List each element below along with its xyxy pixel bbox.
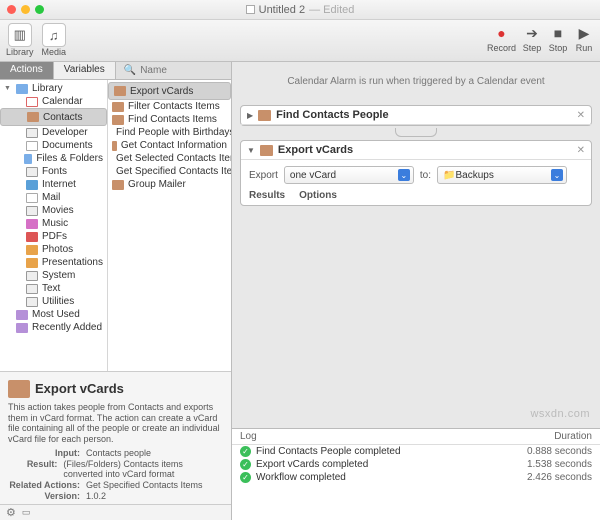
lib-recently-added[interactable]: Recently Added <box>0 321 107 334</box>
watermark: wsxdn.com <box>530 408 590 420</box>
disclosure-icon[interactable]: ▼ <box>247 146 255 155</box>
record-button[interactable]: ●Record <box>487 23 516 53</box>
log-row: ✓Export vCards completed1.538 seconds <box>232 458 600 471</box>
results-tab[interactable]: Results <box>249 190 285 201</box>
dropdown-icon: ⌄ <box>398 169 410 181</box>
export-label: Export <box>249 170 278 181</box>
success-icon: ✓ <box>240 472 251 483</box>
view-toggle-icon[interactable]: ▭ <box>22 507 31 518</box>
action-find-birthdays[interactable]: Find People with Birthdays <box>108 126 231 139</box>
to-label: to: <box>420 170 431 181</box>
traffic-lights <box>7 5 44 14</box>
actions-list: Export vCards Filter Contacts Items Find… <box>108 80 231 371</box>
tab-variables[interactable]: Variables <box>54 62 116 79</box>
lib-developer[interactable]: Developer <box>0 126 107 139</box>
media-toggle[interactable]: ♫Media <box>42 23 67 57</box>
wf-find-contacts-card[interactable]: ▶ Find Contacts People ✕ <box>240 105 592 126</box>
lib-fonts[interactable]: Fonts <box>0 165 107 178</box>
lib-documents[interactable]: Documents <box>0 139 107 152</box>
library-toggle[interactable]: ▥Library <box>6 23 34 57</box>
action-find-contacts[interactable]: Find Contacts Items <box>108 113 231 126</box>
library-tree: ▼Library Calendar Contacts Developer Doc… <box>0 80 108 371</box>
lib-photos[interactable]: Photos <box>0 243 107 256</box>
step-button[interactable]: ➔Step <box>522 23 542 53</box>
lib-utilities[interactable]: Utilities <box>0 295 107 308</box>
close-icon[interactable]: ✕ <box>577 110 585 121</box>
lib-movies[interactable]: Movies <box>0 204 107 217</box>
run-button[interactable]: ▶Run <box>574 23 594 53</box>
lib-system[interactable]: System <box>0 269 107 282</box>
search-input[interactable] <box>140 65 231 76</box>
action-get-contact-info[interactable]: Get Contact Information <box>108 139 231 152</box>
toolbar: ▥Library ♫Media ●Record ➔Step ■Stop ▶Run <box>0 20 600 62</box>
log-row: ✓Find Contacts People completed0.888 sec… <box>232 445 600 458</box>
lib-mail[interactable]: Mail <box>0 191 107 204</box>
zoom-window[interactable] <box>35 5 44 14</box>
action-group-mailer[interactable]: Group Mailer <box>108 178 231 191</box>
close-icon[interactable]: ✕ <box>577 145 585 156</box>
action-detail: Export vCards This action takes people f… <box>0 371 231 504</box>
status-bar: ⚙ ▭ <box>0 504 231 520</box>
titlebar: Untitled 2 — Edited <box>0 0 600 20</box>
gear-icon[interactable]: ⚙ <box>6 506 16 519</box>
tab-actions[interactable]: Actions <box>0 62 54 79</box>
lib-internet[interactable]: Internet <box>0 178 107 191</box>
minimize-window[interactable] <box>21 5 30 14</box>
window-title: Untitled 2 — Edited <box>246 4 355 16</box>
action-filter-contacts[interactable]: Filter Contacts Items <box>108 100 231 113</box>
wf-export-vcards-card[interactable]: ▼ Export vCards ✕ Export one vCard⌄ to: … <box>240 140 592 206</box>
log-panel: LogDuration ✓Find Contacts People comple… <box>232 428 600 520</box>
lib-text[interactable]: Text <box>0 282 107 295</box>
success-icon: ✓ <box>240 446 251 457</box>
success-icon: ✓ <box>240 459 251 470</box>
contacts-icon <box>8 380 30 398</box>
contacts-icon <box>260 145 273 156</box>
library-root[interactable]: ▼Library <box>0 82 107 95</box>
lib-contacts[interactable]: Contacts <box>0 108 107 126</box>
action-get-specified-contacts[interactable]: Get Specified Contacts Items <box>108 165 231 178</box>
lib-calendar[interactable]: Calendar <box>0 95 107 108</box>
contacts-icon <box>258 110 271 121</box>
lib-files-folders[interactable]: Files & Folders <box>0 152 107 165</box>
close-window[interactable] <box>7 5 16 14</box>
export-format-select[interactable]: one vCard⌄ <box>284 166 414 184</box>
log-row: ✓Workflow completed2.426 seconds <box>232 471 600 484</box>
lib-presentations[interactable]: Presentations <box>0 256 107 269</box>
export-destination-select[interactable]: 📁 Backups⌄ <box>437 166 567 184</box>
stop-button[interactable]: ■Stop <box>548 23 568 53</box>
connector <box>240 128 592 140</box>
lib-music[interactable]: Music <box>0 217 107 230</box>
lib-pdfs[interactable]: PDFs <box>0 230 107 243</box>
library-tabs: Actions Variables 🔍 <box>0 62 231 80</box>
action-export-vcards[interactable]: Export vCards <box>108 82 231 100</box>
lib-most-used[interactable]: Most Used <box>0 308 107 321</box>
options-tab[interactable]: Options <box>299 190 337 201</box>
search-icon: 🔍 <box>124 65 136 76</box>
workflow-banner: Calendar Alarm is run when triggered by … <box>232 62 600 105</box>
disclosure-icon[interactable]: ▶ <box>247 111 253 120</box>
search-field[interactable]: 🔍 <box>116 62 231 79</box>
document-proxy-icon[interactable] <box>246 5 255 14</box>
action-get-selected-contacts[interactable]: Get Selected Contacts Items <box>108 152 231 165</box>
workflow-area: Calendar Alarm is run when triggered by … <box>232 62 600 520</box>
dropdown-icon: ⌄ <box>551 169 563 181</box>
